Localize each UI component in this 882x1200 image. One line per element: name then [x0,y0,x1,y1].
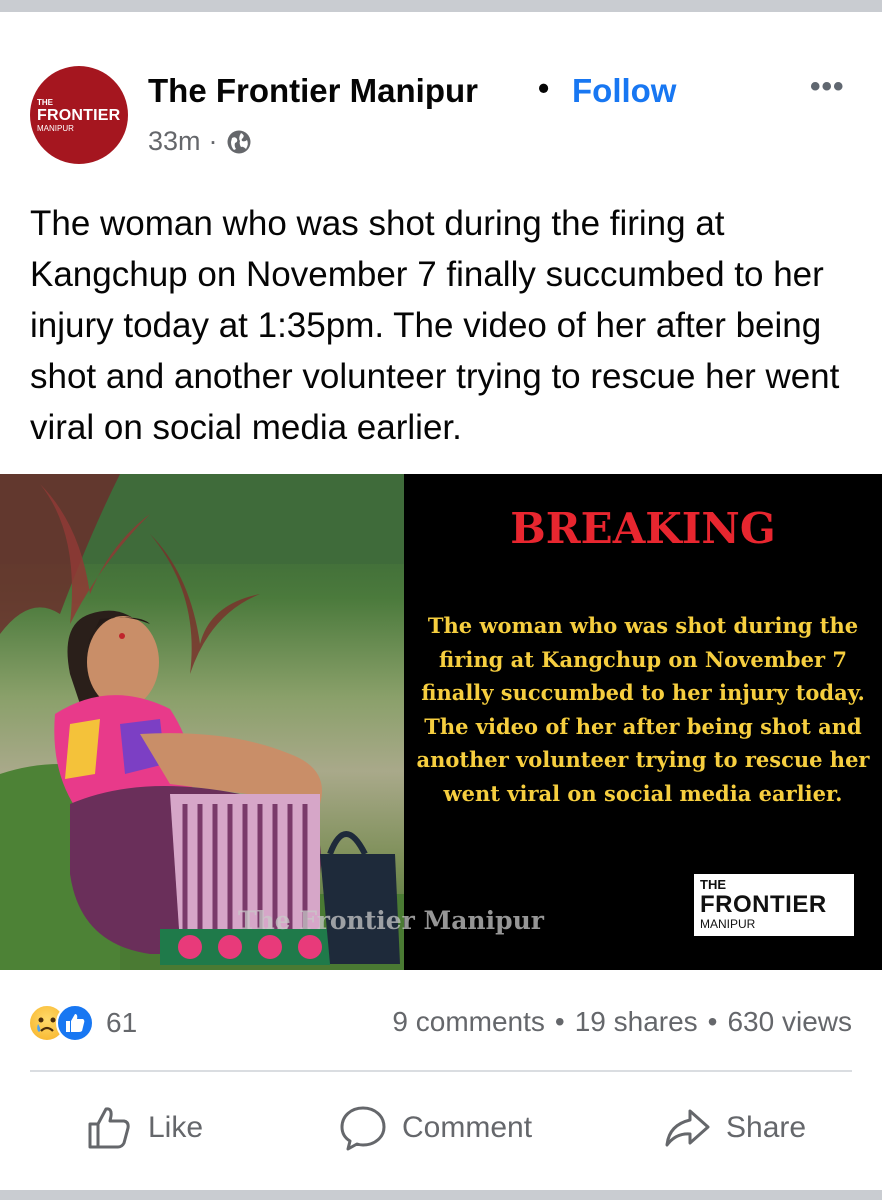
actions-divider [30,1070,852,1072]
breaking-body-text: The woman who was shot during the firing… [416,613,870,806]
post-timestamp[interactable]: 33m [148,126,201,157]
comments-count[interactable]: 9 comments [392,1006,545,1038]
image-watermark: The Frontier Manipur [238,906,544,935]
shares-count[interactable]: 19 shares [575,1006,698,1038]
comment-bubble-icon [340,1106,386,1151]
post-image[interactable]: BREAKING The woman who was shot during t… [0,474,882,970]
follow-button[interactable]: Follow [572,72,676,110]
page-avatar[interactable]: THE FRONTIER MANIPUR [30,66,128,164]
image-logo-line3: MANIPUR [700,917,756,931]
globe-icon [227,130,251,153]
post-meta: 33m · [148,126,252,157]
like-reaction-icon [56,1004,94,1042]
bottom-divider-strip [0,1190,882,1200]
reactions-summary[interactable]: 61 [28,1004,137,1042]
post-body-text: The woman who was shot during the firing… [30,204,840,447]
frontier-manipur-logo: THE FRONTIER MANIPUR [694,874,854,936]
avatar-logo-line3: MANIPUR [37,123,74,133]
comment-button[interactable]: Comment [338,1100,532,1156]
name-separator: • [538,70,550,106]
share-label: Share [726,1111,807,1144]
page-name-link[interactable]: The Frontier Manipur [148,72,478,110]
share-arrow-icon [665,1109,710,1147]
breaking-news-panel: BREAKING The woman who was shot during t… [404,474,882,970]
like-label: Like [148,1111,204,1144]
engagement-stats: 9 comments • 19 shares • 630 views [392,1006,852,1038]
views-count: 630 views [727,1006,852,1037]
meta-separator: · [208,126,218,156]
stats-separator: • [554,1006,565,1037]
image-logo-line2: FRONTIER [700,891,827,918]
avatar-logo-line1: THE [37,97,53,107]
breaking-headline: BREAKING [510,504,776,553]
stats-separator: • [707,1006,718,1037]
photo-illustration [0,474,404,970]
like-button[interactable]: Like [84,1100,203,1156]
avatar-logo-line2: FRONTIER [37,106,121,124]
woman-photo [0,474,404,970]
more-options-icon[interactable]: ••• [810,70,845,104]
top-divider-strip [0,0,882,12]
thumbs-up-icon [88,1107,130,1149]
image-logo-line1: THE [700,877,726,892]
share-button[interactable]: Share [662,1100,806,1156]
reaction-count: 61 [106,1007,138,1038]
comment-label: Comment [402,1111,533,1144]
